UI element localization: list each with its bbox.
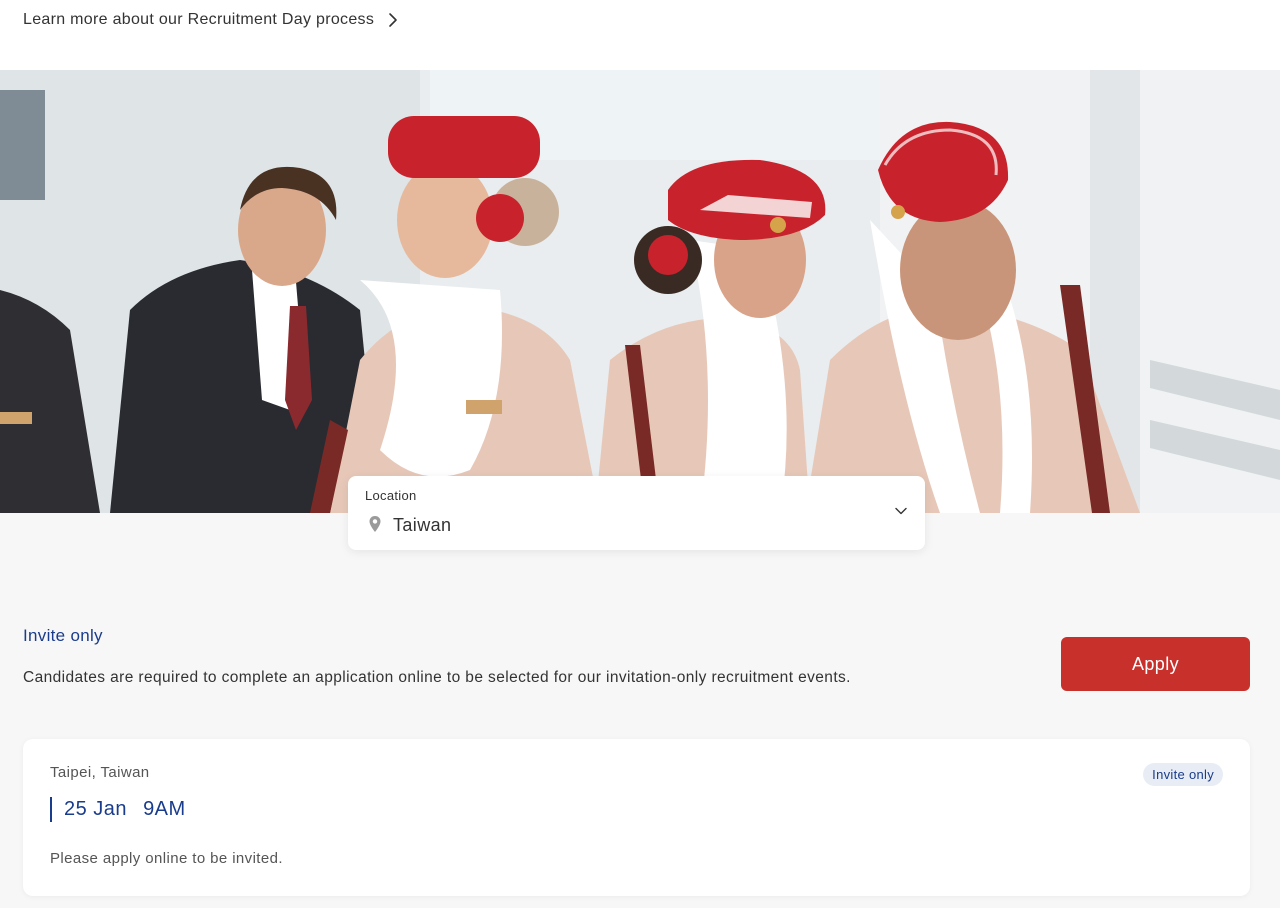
location-value: Taiwan bbox=[393, 515, 452, 535]
chevron-down-icon bbox=[895, 507, 907, 515]
event-datetime: 25 Jan 9AM bbox=[50, 797, 186, 822]
invite-description: Candidates are required to complete an a… bbox=[23, 669, 851, 686]
invite-heading: Invite only bbox=[23, 626, 103, 645]
event-time: 9AM bbox=[143, 798, 186, 820]
hero-image bbox=[0, 70, 1280, 513]
map-pin-icon bbox=[369, 516, 381, 532]
status-badge: Invite only bbox=[1143, 763, 1223, 786]
event-card[interactable]: Taipei, Taiwan Invite only 25 Jan 9AM Pl… bbox=[23, 739, 1250, 896]
location-dropdown[interactable]: Location Taiwan bbox=[348, 476, 925, 550]
chevron-right-icon bbox=[389, 13, 397, 27]
apply-button[interactable]: Apply bbox=[1061, 637, 1250, 691]
top-bar: Learn more about our Recruitment Day pro… bbox=[0, 0, 1280, 70]
learn-more-link[interactable]: Learn more about our Recruitment Day pro… bbox=[23, 11, 398, 29]
location-label: Location bbox=[365, 488, 417, 503]
event-location: Taipei, Taiwan bbox=[50, 764, 150, 781]
event-date: 25 Jan bbox=[64, 798, 128, 820]
learn-more-label: Learn more about our Recruitment Day pro… bbox=[23, 11, 375, 28]
cabin-crew-photo bbox=[0, 70, 1280, 513]
event-note: Please apply online to be invited. bbox=[50, 850, 283, 867]
